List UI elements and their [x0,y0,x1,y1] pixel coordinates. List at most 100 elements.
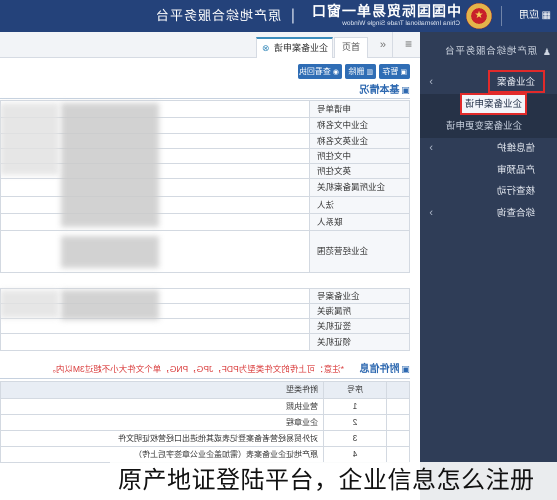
brand-subtitle: China International Trade Single Window [342,20,460,27]
save-icon: ▣ [400,69,407,76]
sidebar: ♟ 原产地综合服务平台 企业备案 › 企业备案申请 企业备案变更申请 信息维护 … [420,32,557,500]
customs-emblem-icon: ★ [466,3,492,29]
section-title-label: 附件信息 [359,364,400,375]
button-label: 查看回执 [298,67,331,76]
field-label: 企业经营范围 [309,230,410,273]
form-row: 签证机关 [0,318,410,334]
redacted-value [0,290,59,318]
field-label: 企业英文名称 [309,133,410,149]
sidebar-item-filing-change-application[interactable]: 企业备案变更申请 [420,116,557,137]
sidebar-item-label: 信息维护 [496,143,535,154]
redacted-value [0,103,59,175]
field-label: 领证机关 [309,333,410,351]
button-label: 暂存 [382,67,399,76]
sidebar-item-general-query[interactable]: 综合查询 › [420,203,557,224]
attachments-table: 序号 附件类型 1 营业执照 2 企业章程 3 对外贸易经营者备案登记表或其他进… [0,381,410,463]
user-icon: ♟ [542,47,551,57]
chevron-icon: › [429,207,433,219]
field-label: 企业所属备案机关 [309,178,410,197]
row-index: 1 [323,398,387,415]
section-icon: ▣ [401,364,410,374]
sidebar-item-verification-action[interactable]: 核查行动 [420,181,557,202]
section-title-label: 基本情况 [359,85,400,96]
section-icon: ▣ [401,85,410,95]
chevron-icon: › [429,76,433,88]
select-column-header [386,381,410,399]
close-circle-icon[interactable]: ⊗ [262,39,270,58]
tab-filing-application[interactable]: 企业备案申请 ⊗ [256,37,333,58]
mirrored-screenshot: ▦应用 ★ 中国国际贸易单一窗口 China International Tra… [0,0,557,500]
sidebar-item-label: 综合查询 [496,208,535,219]
table-row[interactable]: 4 原产地证企业备案表（需加盖企业公章签字后上传） [0,446,410,463]
top-header: ▦应用 ★ 中国国际贸易单一窗口 China International Tra… [0,0,557,32]
save-draft-button[interactable]: ▣暂存 [379,64,410,79]
trash-icon: ▥ [366,69,373,76]
header-divider [501,6,502,26]
grid-icon: ▦ [541,10,551,21]
caption-banner: 原产地证登陆平台，企业信息怎么注册 [110,462,557,500]
sidebar-item-label: 企业备案 [496,77,535,88]
row-index: 2 [323,414,387,431]
eye-icon: ◉ [332,69,339,76]
column-header: 序号 [323,381,387,399]
attachment-type: 原产地证企业备案表（需加盖企业公章签字后上传） [0,446,324,463]
sidebar-title-label: 原产地综合服务平台 [444,46,537,57]
caption-text: 原产地证登陆平台，企业信息怎么注册 [118,468,535,494]
collecting-authority-field[interactable] [0,333,310,351]
select-cell [386,414,410,431]
chevron-icon: › [429,142,433,154]
double-chevron-icon[interactable]: « [380,38,386,52]
section-divider [0,378,410,379]
tab-bar-divider [392,32,393,58]
field-label: 联系人 [309,213,410,231]
platform-title: 原产地综合服务平台 [154,8,281,23]
section-divider [0,98,410,99]
field-label: 申请单号 [309,100,410,118]
form-row: 领证机关 [0,333,410,351]
field-label: 中文住所 [309,148,410,164]
hamburger-icon[interactable]: ≡ [405,37,412,51]
sidebar-item-label: 核查行动 [496,186,535,197]
attachment-type: 对外贸易经营者备案登记表或其他进出口经营权证明文件 [0,430,324,447]
view-receipt-button[interactable]: ◉查看回执 [298,64,342,79]
sidebar-item-label: 企业备案变更申请 [445,121,522,132]
sidebar-title: ♟ 原产地综合服务平台 [420,42,557,62]
field-label: 英文住所 [309,163,410,179]
section-title-attachments: ▣附件信息 [359,362,410,377]
field-label: 企业备案号 [309,288,410,304]
select-cell [386,398,410,415]
brand-title: 中国国际贸易单一窗口 [311,3,461,19]
apps-menu-button[interactable]: ▦应用 [519,9,551,23]
redacted-value [61,103,159,227]
tab-label: 首页 [342,42,361,52]
redacted-value [61,236,159,268]
row-index: 3 [323,430,387,447]
row-index: 4 [323,446,387,463]
tab-label: 企业备案申请 [273,43,328,53]
issuing-authority-field[interactable] [0,318,310,334]
sidebar-item-info-maintenance[interactable]: 信息维护 › [420,138,557,159]
delete-button[interactable]: ▥删除 [345,64,376,79]
column-header: 附件类型 [0,381,324,399]
redacted-value [61,290,159,320]
field-label: 签证机关 [309,318,410,334]
section-title-basic-info: ▣基本情况 [359,83,410,98]
sidebar-item-label: 企业备案申请 [464,99,522,110]
field-label: 法人 [309,196,410,214]
tab-home[interactable]: 首页 [334,37,368,58]
table-row[interactable]: 1 营业执照 [0,398,410,415]
select-cell [386,430,410,447]
attachment-type: 营业执照 [0,398,324,415]
table-header-row: 序号 附件类型 [0,381,410,399]
field-label: 企业中文名称 [309,117,410,134]
sidebar-item-product-prereview[interactable]: 产品预审 [420,160,557,181]
upload-notice: *注意：可上传的文件类型为PDF，JPG，PNG，单个文件大小不超过3M以内。 [47,364,344,374]
sidebar-item-filing-application[interactable]: 企业备案申请 [420,94,557,115]
header-separator: | [290,7,295,24]
field-label: 所属海关 [309,303,410,319]
table-row[interactable]: 3 对外贸易经营者备案登记表或其他进出口经营权证明文件 [0,430,410,447]
attachment-type: 企业章程 [0,414,324,431]
table-row[interactable]: 2 企业章程 [0,414,410,431]
sidebar-item-label: 产品预审 [496,165,535,176]
button-label: 删除 [348,67,365,76]
